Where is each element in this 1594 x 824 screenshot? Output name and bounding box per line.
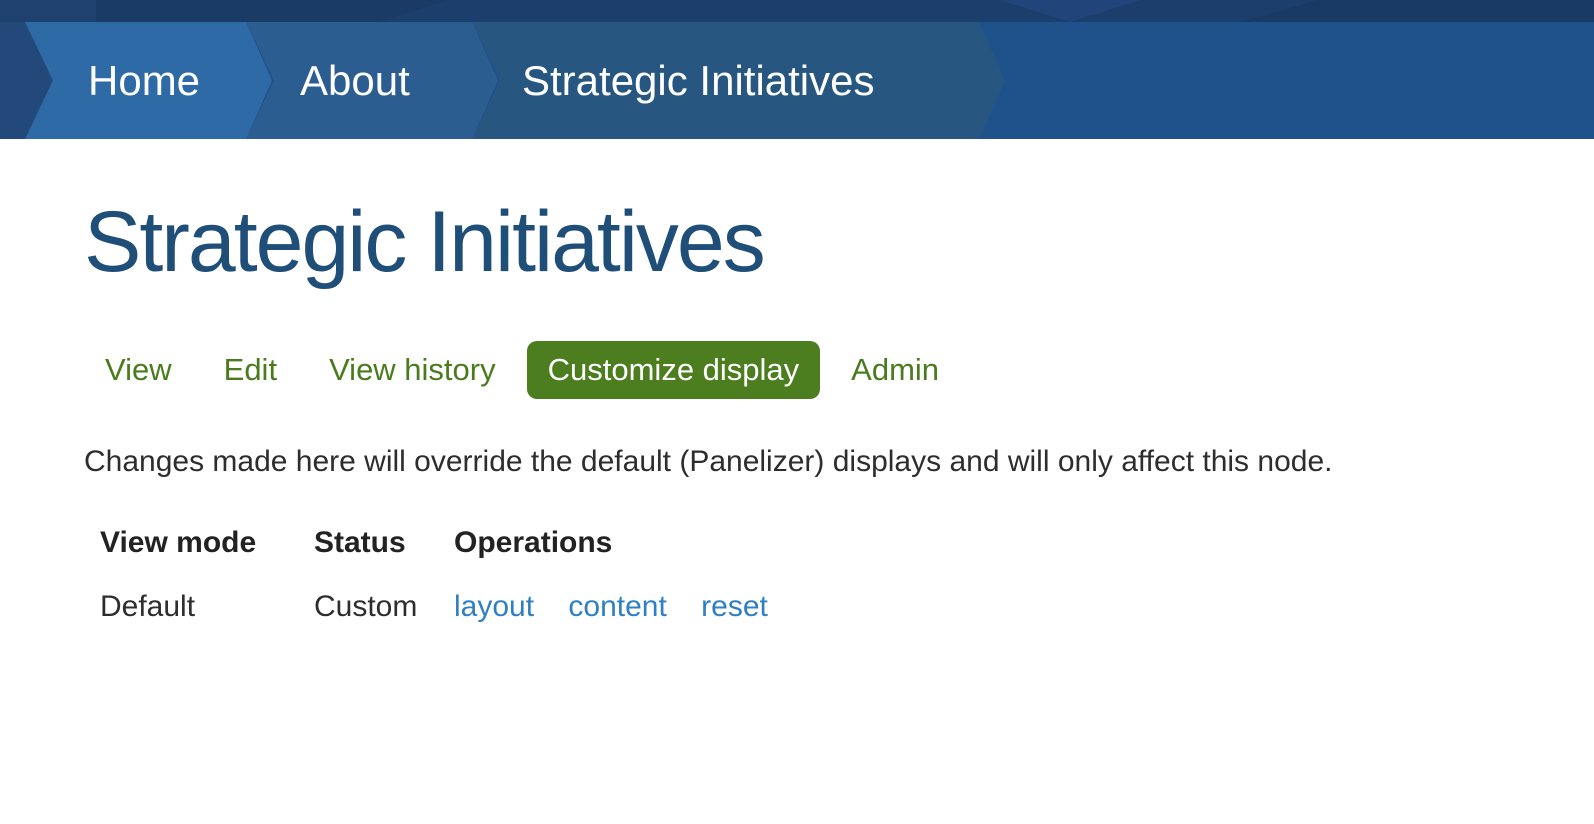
main-content: Strategic Initiatives View Edit View his… [0,197,1594,639]
table-row: Default Custom layout content reset [84,575,784,639]
breadcrumb-item-strategic-initiatives[interactable]: Strategic Initiatives [472,22,1005,139]
column-header-view-mode: View mode [100,526,257,560]
banner-facet [96,0,448,22]
node-tabs: View Edit View history Customize display… [84,341,1594,400]
top-banner [0,0,1594,22]
column-header-operations: Operations [454,526,613,560]
banner-facet [1240,0,1594,22]
view-modes-table: View mode Status Operations Default Cust… [84,511,784,639]
operation-link-reset[interactable]: reset [701,590,768,623]
tab-customize-display[interactable]: Customize display [526,341,821,400]
tab-view-history[interactable]: View history [308,341,517,399]
column-header-status: Status [314,526,406,560]
page-title: Strategic Initiatives [84,194,766,290]
tab-edit[interactable]: Edit [203,341,298,399]
table-header-row: View mode Status Operations [84,511,784,575]
banner-facet [0,0,96,22]
operation-link-layout[interactable]: layout [454,590,534,623]
cell-operations: layout content reset [438,575,784,639]
breadcrumb: Home About Strategic Initiatives [0,22,1594,139]
breadcrumb-item-home[interactable]: Home [25,22,272,139]
override-notice: Changes made here will override the defa… [84,445,1333,479]
tab-admin[interactable]: Admin [830,341,960,399]
tab-view[interactable]: View [84,341,193,399]
banner-facet [1000,0,1140,22]
operation-link-content[interactable]: content [568,590,666,623]
breadcrumb-item-about[interactable]: About [246,22,498,139]
cell-view-mode: Default [100,590,196,624]
cell-status: Custom [314,590,418,624]
